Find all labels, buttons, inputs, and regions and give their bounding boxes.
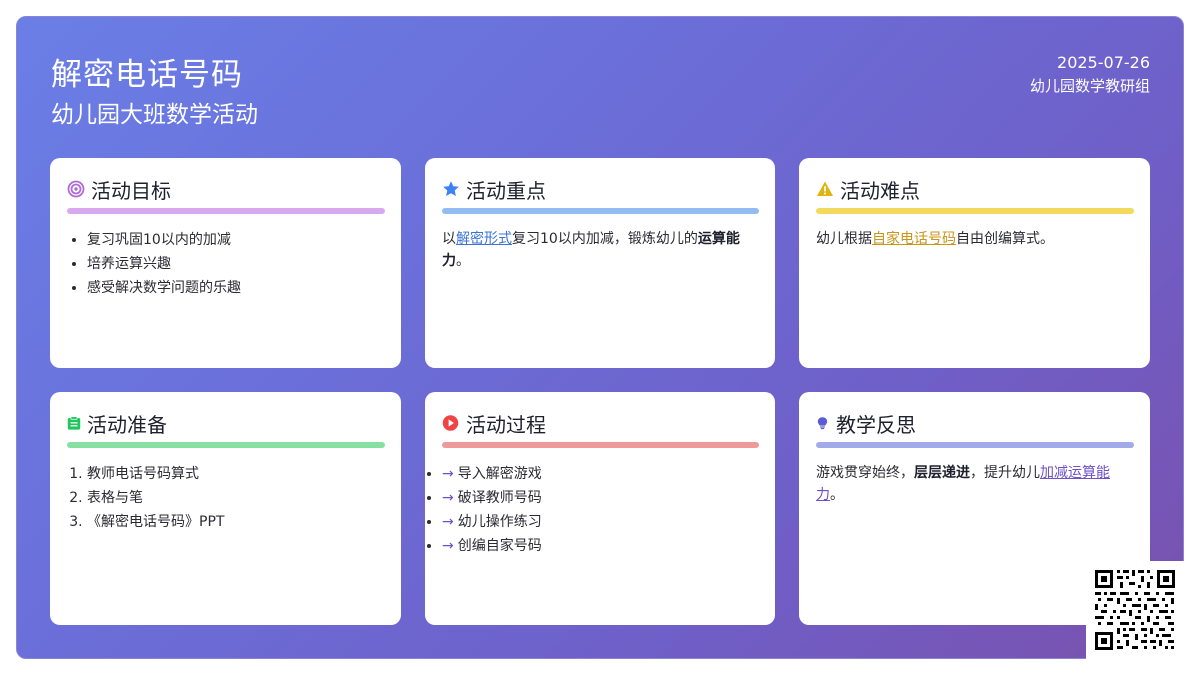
play-icon	[442, 415, 459, 431]
target-icon	[67, 180, 85, 198]
list-item: →破译教师号码	[442, 486, 759, 510]
card-prep-header: 活动准备	[67, 410, 385, 437]
list-item: 复习巩固10以内的加减	[87, 228, 385, 252]
text-segment: 复习10以内加减，锻炼幼儿的	[512, 231, 698, 247]
process-step: 导入解密游戏	[457, 466, 542, 482]
card-process-divider	[442, 442, 759, 448]
card-goal-divider	[67, 208, 385, 214]
process-step: 创编自家号码	[457, 538, 542, 554]
difficulty-paragraph: 幼儿根据自家电话号码自由创编算式。	[816, 228, 1134, 250]
list-item: 教师电话号码算式	[87, 462, 385, 486]
card-prep-title: 活动准备	[87, 412, 167, 437]
card-goal-header: 活动目标	[67, 176, 385, 203]
reflection-bold: 层层递进	[914, 465, 970, 481]
process-step: 幼儿操作练习	[457, 514, 542, 530]
card-process-header: 活动过程	[442, 410, 759, 437]
process-step: 破译教师号码	[457, 490, 542, 506]
card-key-header: 活动重点	[442, 176, 759, 203]
org-text: 幼儿园数学教研组	[1029, 77, 1150, 95]
arrow-right-icon: →	[442, 466, 454, 482]
card-key-divider	[442, 208, 759, 214]
arrow-right-icon: →	[442, 490, 454, 506]
card-difficulty-divider	[816, 208, 1134, 214]
card-key: 活动重点 以解密形式复习10以内加减，锻炼幼儿的运算能力。	[425, 158, 775, 368]
card-prep-divider	[67, 442, 385, 448]
list-item: 培养运算兴趣	[87, 252, 385, 276]
text-segment: 以	[442, 231, 456, 247]
clipboard-icon	[67, 416, 81, 430]
card-key-title: 活动重点	[466, 178, 546, 203]
list-item: →创编自家号码	[442, 534, 759, 558]
list-item: 表格与笔	[87, 486, 385, 510]
card-prep: 活动准备 教师电话号码算式 表格与笔 《解密电话号码》PPT	[50, 392, 401, 625]
qr-code-icon	[1086, 561, 1184, 659]
card-difficulty-title: 活动难点	[840, 178, 920, 203]
arrow-right-icon: →	[442, 514, 454, 530]
reflection-paragraph: 游戏贯穿始终，层层递进，提升幼儿加减运算能力。	[816, 462, 1134, 506]
process-list: →导入解密游戏 →破译教师号码 →幼儿操作练习 →创编自家号码	[442, 462, 759, 558]
key-paragraph: 以解密形式复习10以内加减，锻炼幼儿的运算能力。	[442, 228, 759, 272]
list-item: →幼儿操作练习	[442, 510, 759, 534]
date-text: 2025-07-26	[1057, 53, 1150, 72]
list-item: →导入解密游戏	[442, 462, 759, 486]
text-segment: ，提升幼儿	[970, 465, 1040, 481]
page-title: 解密电话号码	[51, 57, 243, 93]
card-process: 活动过程 →导入解密游戏 →破译教师号码 →幼儿操作练习 →创编自家号码	[425, 392, 775, 625]
star-icon	[443, 181, 459, 196]
arrow-right-icon: →	[442, 538, 454, 554]
text-segment: 自由创编算式。	[956, 231, 1054, 247]
header-meta: 2025-07-26 幼儿园数学教研组	[1030, 53, 1150, 99]
difficulty-link[interactable]: 自家电话号码	[872, 231, 956, 247]
card-difficulty-header: 活动难点	[816, 176, 1134, 203]
list-item: 感受解决数学问题的乐趣	[87, 276, 385, 300]
card-reflection-divider	[816, 442, 1134, 448]
warning-icon	[817, 181, 833, 196]
list-item: 《解密电话号码》PPT	[87, 510, 385, 534]
card-process-title: 活动过程	[466, 412, 546, 437]
page-subtitle: 幼儿园大班数学活动	[51, 102, 258, 128]
text-segment: 幼儿根据	[816, 231, 872, 247]
card-goal: 活动目标 复习巩固10以内的加减 培养运算兴趣 感受解决数学问题的乐趣	[50, 158, 401, 368]
card-difficulty: 活动难点 幼儿根据自家电话号码自由创编算式。	[799, 158, 1150, 368]
text-segment: 。	[830, 487, 844, 503]
text-segment: 。	[456, 253, 470, 269]
card-goal-title: 活动目标	[91, 178, 171, 203]
prep-list: 教师电话号码算式 表格与笔 《解密电话号码》PPT	[67, 462, 385, 534]
key-link[interactable]: 解密形式	[456, 231, 512, 247]
lightbulb-icon	[817, 417, 828, 430]
text-segment: 游戏贯穿始终，	[816, 465, 914, 481]
goal-list: 复习巩固10以内的加减 培养运算兴趣 感受解决数学问题的乐趣	[67, 228, 385, 300]
card-reflection-title: 教学反思	[836, 412, 916, 437]
card-reflection-header: 教学反思	[816, 410, 1134, 437]
